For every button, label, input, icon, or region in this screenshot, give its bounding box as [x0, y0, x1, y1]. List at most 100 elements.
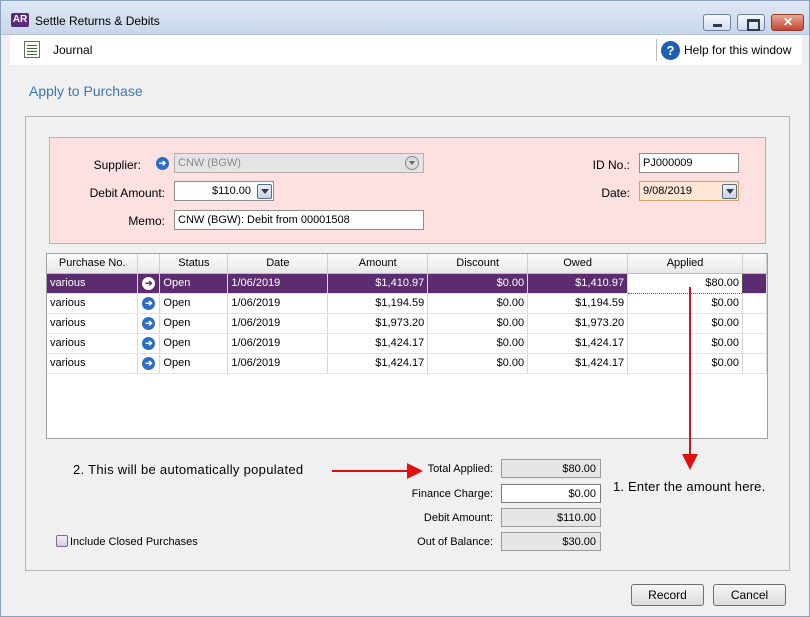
applied-cell[interactable]: $0.00 [627, 353, 743, 374]
purchase-detail-arrow-icon[interactable]: ➔ [142, 316, 156, 330]
close-button[interactable] [771, 14, 804, 31]
annotation-enter-amount: 1. Enter the amount here. [613, 479, 766, 494]
app-logo-icon: AR [11, 13, 29, 27]
spacer-cell [742, 333, 768, 354]
amount-cell: $1,973.20 [327, 313, 429, 334]
table-row[interactable]: various ➔ Open 1/06/2019 $1,410.97 $0.00… [47, 272, 768, 294]
row-link-cell[interactable]: ➔ [137, 333, 161, 354]
toolbar-divider [656, 39, 657, 61]
column-header-date[interactable]: Date [227, 254, 329, 274]
status-cell: Open [159, 313, 229, 334]
status-cell: Open [159, 353, 229, 374]
column-header-purchase-no[interactable]: Purchase No. [47, 254, 139, 274]
page-title: Apply to Purchase [29, 83, 143, 99]
debit-amount-dropdown-button[interactable] [257, 184, 272, 199]
id-no-label: ID No.: [592, 158, 630, 172]
out-of-balance-field: $30.00 [501, 532, 601, 551]
summary-debit-amount-field: $110.00 [501, 508, 601, 527]
discount-cell[interactable]: $0.00 [427, 353, 529, 374]
debit-amount-label: Debit Amount: [89, 186, 165, 200]
cancel-button[interactable]: Cancel [713, 584, 786, 606]
table-row[interactable]: various ➔ Open 1/06/2019 $1,424.17 $0.00… [47, 333, 768, 354]
column-header-spacer [742, 254, 768, 274]
date-cell: 1/06/2019 [227, 313, 329, 334]
purchases-table: Purchase No. Status Date Amount Discount… [47, 254, 768, 374]
column-header-status[interactable]: Status [159, 254, 229, 274]
purchase-no-cell: various [47, 273, 139, 294]
table-row[interactable]: various ➔ Open 1/06/2019 $1,194.59 $0.00… [47, 293, 768, 314]
include-closed-label[interactable]: Include Closed Purchases [70, 536, 198, 548]
spacer-cell [742, 313, 768, 334]
purchases-grid: Purchase No. Status Date Amount Discount… [46, 253, 768, 439]
table-row[interactable]: various ➔ Open 1/06/2019 $1,424.17 $0.00… [47, 353, 768, 374]
column-header-link [137, 254, 161, 274]
date-label: Date: [601, 186, 630, 200]
toolbar: Journal ? Help for this window [10, 35, 802, 65]
id-no-field[interactable]: PJ000009 [639, 153, 739, 173]
purchase-no-cell: various [47, 293, 139, 314]
purchase-detail-arrow-icon[interactable]: ➔ [142, 296, 156, 310]
row-link-cell[interactable]: ➔ [137, 353, 161, 374]
purchase-detail-arrow-icon[interactable]: ➔ [142, 356, 156, 370]
owed-cell: $1,410.97 [527, 273, 629, 294]
finance-charge-label: Finance Charge: [411, 488, 493, 500]
applied-cell[interactable]: $0.00 [627, 313, 743, 334]
discount-cell[interactable]: $0.00 [427, 293, 529, 314]
applied-cell[interactable]: $0.00 [627, 333, 743, 354]
discount-cell[interactable]: $0.00 [427, 273, 529, 294]
discount-cell[interactable]: $0.00 [427, 313, 529, 334]
status-cell: Open [159, 273, 229, 294]
discount-cell[interactable]: $0.00 [427, 333, 529, 354]
purchase-no-cell: various [47, 353, 139, 374]
supplier-field: CNW (BGW) [174, 153, 424, 173]
help-button[interactable]: Help for this window [684, 43, 791, 57]
column-header-discount[interactable]: Discount [427, 254, 529, 274]
column-header-owed[interactable]: Owed [527, 254, 629, 274]
row-link-cell[interactable]: ➔ [137, 293, 161, 314]
supplier-dropdown-icon [405, 156, 419, 170]
table-row[interactable]: various ➔ Open 1/06/2019 $1,973.20 $0.00… [47, 313, 768, 334]
amount-cell: $1,194.59 [327, 293, 429, 314]
total-applied-label: Total Applied: [427, 463, 493, 475]
date-cell: 1/06/2019 [227, 333, 329, 354]
memo-label: Memo: [128, 214, 165, 228]
column-header-applied[interactable]: Applied [627, 254, 743, 274]
summary-debit-amount-label: Debit Amount: [423, 512, 493, 524]
purchase-detail-arrow-icon[interactable]: ➔ [142, 336, 156, 350]
maximize-button[interactable] [737, 14, 765, 31]
owed-cell: $1,424.17 [527, 333, 629, 354]
journal-icon[interactable] [24, 41, 40, 58]
applied-cell[interactable]: $0.00 [627, 293, 743, 314]
row-link-cell[interactable]: ➔ [137, 313, 161, 334]
supplier-label: Supplier: [93, 158, 141, 172]
row-link-cell[interactable]: ➔ [137, 273, 161, 294]
purchase-no-cell: various [47, 333, 139, 354]
settle-returns-window: AR Settle Returns & Debits Journal ? Hel… [0, 0, 810, 617]
spacer-cell [742, 273, 768, 294]
spacer-cell [742, 293, 768, 314]
date-cell: 1/06/2019 [227, 293, 329, 314]
status-cell: Open [159, 333, 229, 354]
record-button[interactable]: Record [631, 584, 704, 606]
status-cell: Open [159, 293, 229, 314]
include-closed-checkbox[interactable] [56, 535, 68, 547]
applied-cell[interactable]: $80.00 [627, 272, 743, 294]
date-picker-button[interactable] [722, 184, 737, 199]
column-header-amount[interactable]: Amount [327, 254, 429, 274]
purchase-no-cell: various [47, 313, 139, 334]
supplier-detail-arrow-icon[interactable]: ➔ [156, 157, 169, 170]
owed-cell: $1,194.59 [527, 293, 629, 314]
date-cell: 1/06/2019 [227, 353, 329, 374]
out-of-balance-label: Out of Balance: [417, 536, 493, 548]
owed-cell: $1,424.17 [527, 353, 629, 374]
window-title: Settle Returns & Debits [35, 14, 160, 28]
minimize-button[interactable] [703, 14, 731, 31]
annotation-auto-populated: 2. This will be automatically populated [73, 462, 304, 477]
memo-field[interactable]: CNW (BGW): Debit from 00001508 [174, 210, 424, 230]
purchase-detail-arrow-icon[interactable]: ➔ [142, 276, 156, 290]
journal-button[interactable]: Journal [53, 43, 92, 57]
total-applied-field: $80.00 [501, 459, 601, 478]
amount-cell: $1,424.17 [327, 333, 429, 354]
help-icon[interactable]: ? [661, 41, 680, 60]
finance-charge-field[interactable]: $0.00 [501, 484, 601, 503]
